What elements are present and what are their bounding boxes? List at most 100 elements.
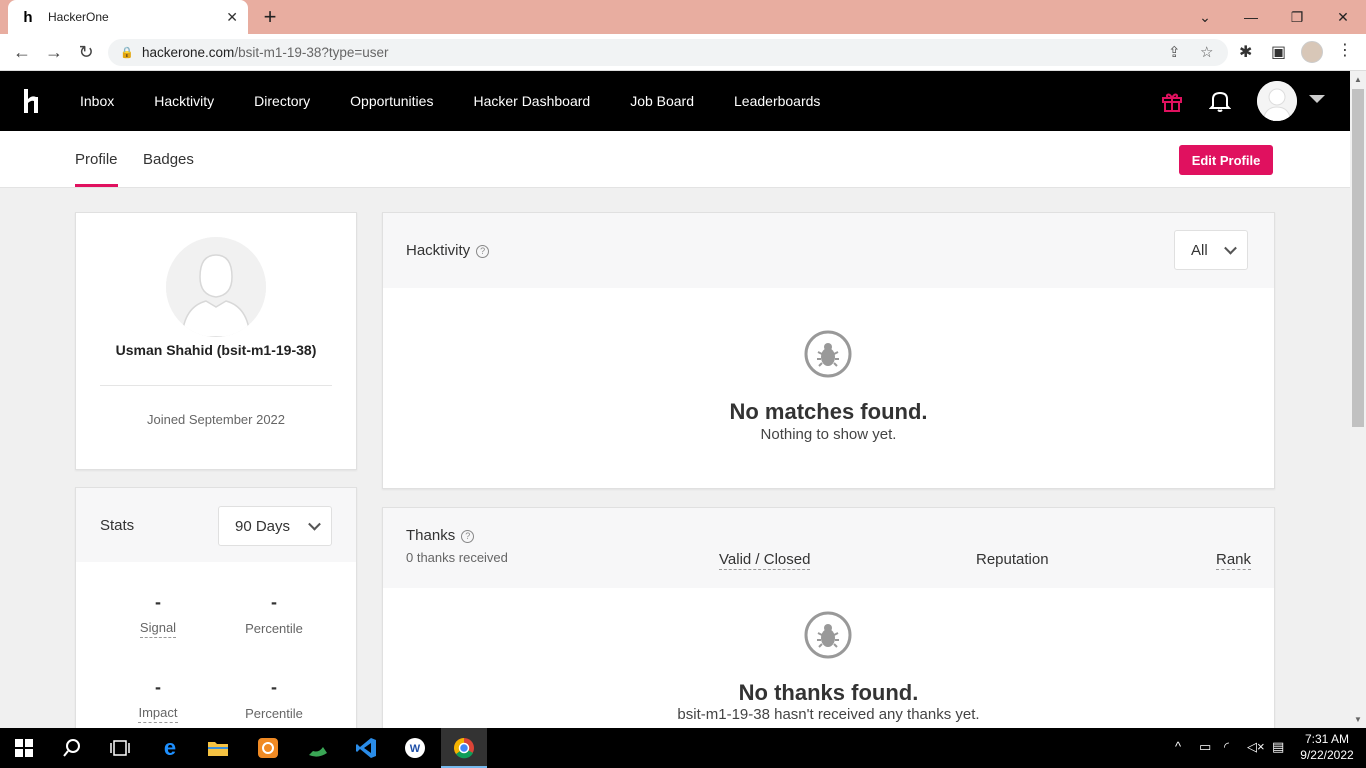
- scroll-down-icon[interactable]: ▼: [1354, 715, 1362, 724]
- stats-period-select[interactable]: 90 Days: [218, 506, 332, 546]
- minimize-button[interactable]: —: [1228, 0, 1274, 34]
- nav-hacker-dashboard[interactable]: Hacker Dashboard: [473, 93, 590, 109]
- scrollbar-thumb[interactable]: [1352, 89, 1364, 427]
- column-rank[interactable]: Rank: [1216, 551, 1252, 570]
- divider: [100, 385, 332, 386]
- column-reputation: Reputation: [976, 551, 1049, 568]
- hacktivity-empty-subtitle: Nothing to show yet.: [760, 426, 897, 443]
- nav-inbox[interactable]: Inbox: [80, 93, 114, 109]
- edit-profile-button[interactable]: Edit Profile: [1179, 145, 1273, 175]
- battery-icon[interactable]: ▭: [1199, 739, 1211, 755]
- signal-label[interactable]: Signal: [100, 620, 216, 638]
- system-clock[interactable]: 7:31 AM 9/22/2022: [1296, 731, 1358, 763]
- browser-toolbar: ← → ↻ 🔒 hackerone.com/bsit-m1-19-38?type…: [0, 34, 1366, 71]
- reload-icon[interactable]: ↻: [72, 40, 100, 64]
- column-valid-closed[interactable]: Valid / Closed: [719, 551, 811, 570]
- restore-button[interactable]: ❐: [1274, 0, 1320, 34]
- close-window-button[interactable]: ✕: [1320, 0, 1366, 34]
- browser-menu-icon[interactable]: ⋮: [1337, 40, 1353, 60]
- browser-profile-avatar[interactable]: [1301, 41, 1323, 63]
- thanks-title: Thanks?: [406, 527, 475, 544]
- url-path: /bsit-m1-19-38?type=user: [234, 45, 389, 60]
- file-explorer-icon[interactable]: [206, 736, 230, 760]
- hacktivity-empty-title: No matches found.: [729, 399, 928, 424]
- browser-tab-strip: h HackerOne ✕ + ⌄ — ❐ ✕: [0, 0, 1366, 34]
- edge-browser-icon[interactable]: e: [158, 735, 182, 760]
- back-icon[interactable]: ←: [8, 40, 36, 64]
- new-tab-button[interactable]: +: [258, 4, 282, 30]
- chevron-down-icon: [308, 517, 321, 531]
- bug-icon: [804, 330, 852, 378]
- lock-icon: 🔒: [120, 47, 134, 59]
- wifi-icon[interactable]: ◜: [1224, 739, 1229, 755]
- nav-directory[interactable]: Directory: [254, 93, 310, 109]
- tab-title: HackerOne: [48, 10, 109, 24]
- hacktivity-title: Hacktivity?: [406, 242, 490, 259]
- impact-label[interactable]: Impact: [100, 705, 216, 723]
- vscode-icon[interactable]: [354, 736, 378, 760]
- app-word-icon[interactable]: W: [403, 736, 427, 760]
- thanks-count: 0 thanks received: [406, 550, 508, 565]
- profile-card: Usman Shahid (bsit-m1-19-38) Joined Sept…: [75, 212, 357, 470]
- app-green-icon[interactable]: [306, 736, 330, 760]
- signal-percentile-value: -: [271, 592, 277, 612]
- url-domain: hackerone.com: [142, 45, 235, 60]
- tab-profile[interactable]: Profile: [75, 151, 118, 187]
- windows-start-icon[interactable]: [12, 736, 36, 760]
- impact-percentile-label: Percentile: [245, 706, 303, 721]
- user-avatar[interactable]: [1257, 81, 1297, 121]
- profile-username: Usman Shahid (bsit-m1-19-38): [115, 342, 317, 358]
- page-scrollbar[interactable]: ▲ ▼: [1350, 71, 1366, 728]
- nav-leaderboards[interactable]: Leaderboards: [734, 93, 820, 109]
- hackerone-favicon-icon: h: [23, 8, 33, 26]
- bookmark-star-icon[interactable]: ☆: [1200, 43, 1213, 61]
- nav-job-board[interactable]: Job Board: [630, 93, 694, 109]
- search-icon[interactable]: [60, 736, 84, 760]
- user-menu-caret-icon[interactable]: [1309, 95, 1325, 103]
- task-view-icon[interactable]: [108, 736, 132, 760]
- clock-date: 9/22/2022: [1300, 748, 1354, 762]
- thanks-header: Thanks? 0 thanks received Valid / Closed…: [383, 508, 1274, 588]
- profile-subnav: Profile Badges Edit Profile: [0, 131, 1350, 188]
- side-panel-icon[interactable]: ▣: [1271, 42, 1286, 62]
- volume-muted-icon[interactable]: ◁×: [1247, 739, 1265, 755]
- notification-center-icon[interactable]: ▤: [1272, 739, 1284, 755]
- bug-icon: [804, 611, 852, 659]
- notifications-bell-icon[interactable]: [1208, 89, 1232, 113]
- share-icon[interactable]: ⇪: [1168, 43, 1181, 61]
- scroll-up-icon[interactable]: ▲: [1354, 75, 1362, 84]
- tray-expand-icon[interactable]: ^: [1175, 739, 1181, 754]
- thanks-empty-title: No thanks found.: [738, 680, 919, 705]
- close-tab-icon[interactable]: ✕: [226, 9, 238, 26]
- tab-badges[interactable]: Badges: [143, 151, 194, 168]
- help-icon[interactable]: ?: [476, 244, 490, 258]
- hacktivity-filter-select[interactable]: All: [1174, 230, 1248, 270]
- thanks-card: Thanks? 0 thanks received Valid / Closed…: [382, 507, 1275, 747]
- main-nav: Inbox Hacktivity Directory Opportunities…: [60, 71, 840, 131]
- tab-search-icon[interactable]: ⌄: [1182, 0, 1228, 34]
- clock-time: 7:31 AM: [1304, 732, 1350, 746]
- signal-value: -: [155, 592, 161, 612]
- hacktivity-filter-value: All: [1191, 241, 1208, 259]
- profile-avatar: [166, 237, 266, 337]
- gift-icon[interactable]: [1160, 89, 1184, 113]
- thanks-empty-subtitle: bsit-m1-19-38 hasn't received any thanks…: [677, 706, 980, 723]
- help-icon[interactable]: ?: [461, 529, 475, 543]
- extensions-puzzle-icon[interactable]: ✱: [1239, 42, 1252, 62]
- chrome-icon[interactable]: [452, 736, 476, 760]
- hacktivity-card: Hacktivity? All No matches found. Nothin…: [382, 212, 1275, 489]
- browser-tab[interactable]: h HackerOne ✕: [8, 0, 248, 34]
- address-bar[interactable]: 🔒 hackerone.com/bsit-m1-19-38?type=user: [108, 39, 1228, 66]
- app-orange-icon[interactable]: [256, 736, 280, 760]
- signal-percentile-label: Percentile: [245, 621, 303, 636]
- nav-hacktivity[interactable]: Hacktivity: [154, 93, 214, 109]
- stats-card: Stats 90 Days - Signal - Percentile - Im…: [75, 487, 357, 747]
- hackerone-logo-icon[interactable]: [22, 85, 44, 117]
- forward-icon[interactable]: →: [40, 40, 68, 64]
- site-header: Inbox Hacktivity Directory Opportunities…: [0, 71, 1350, 131]
- nav-opportunities[interactable]: Opportunities: [350, 93, 433, 109]
- stats-header: Stats 90 Days: [76, 488, 356, 562]
- chevron-down-icon: [1224, 241, 1237, 255]
- joined-date: Joined September 2022: [146, 412, 286, 427]
- os-taskbar: e W ^ ▭ ◜ ◁× ▤ 7:31 AM 9/22/2022: [0, 728, 1366, 768]
